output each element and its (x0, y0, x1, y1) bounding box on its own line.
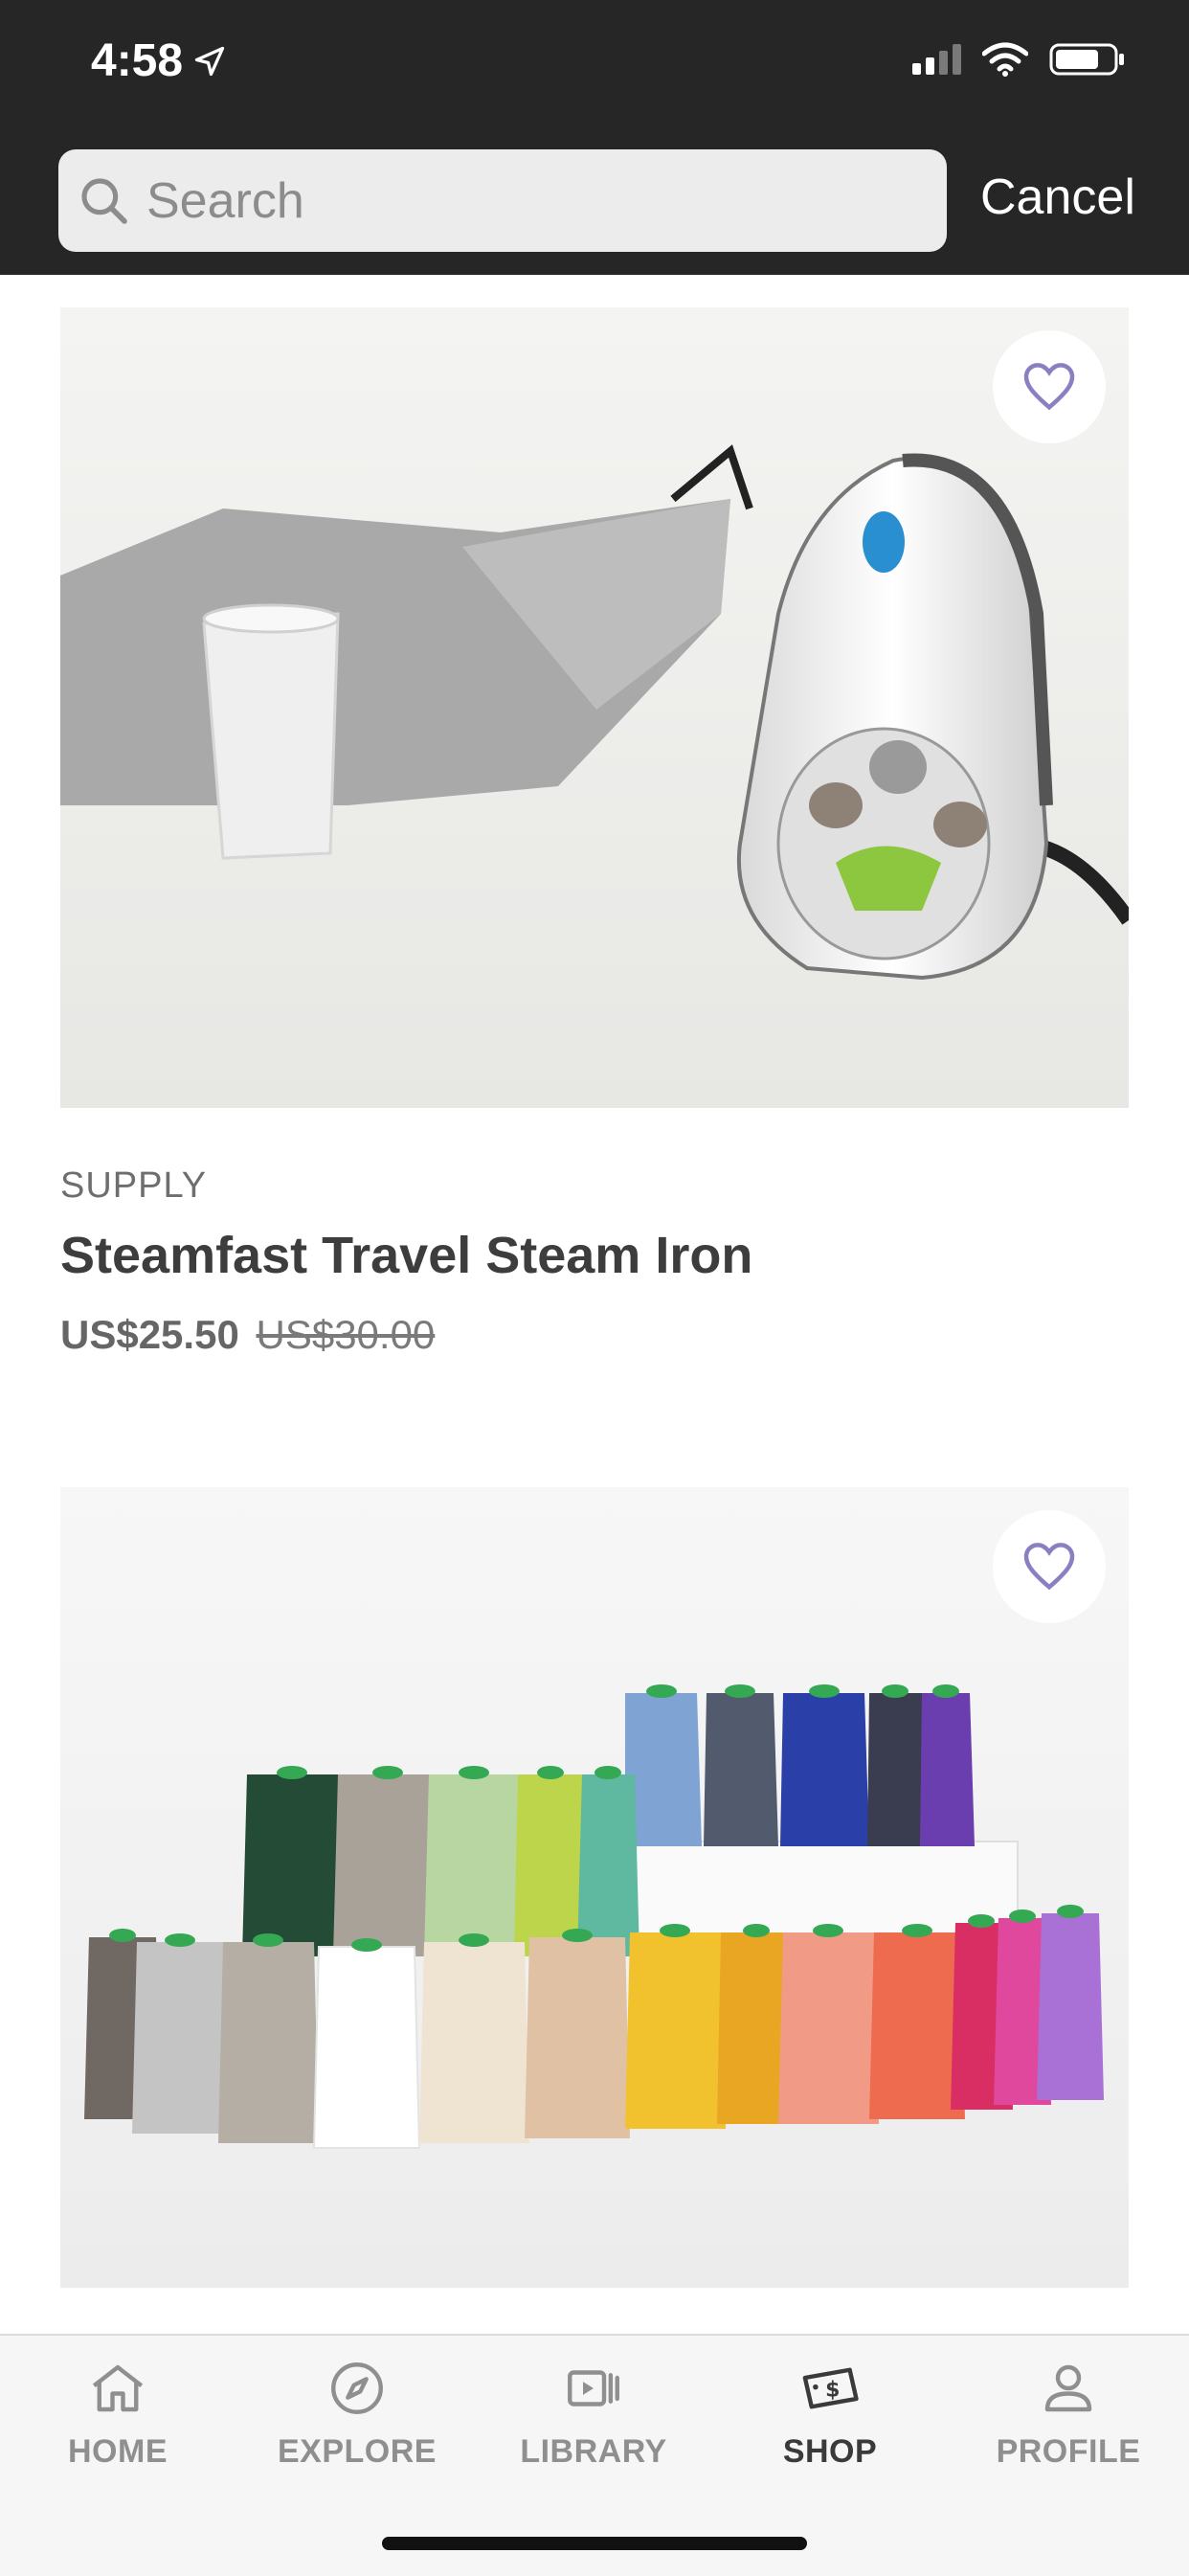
status-bar-time: 4:58 (91, 34, 227, 87)
product-price-row: US$25.50 US$30.00 (60, 1312, 435, 1358)
thread-cones-illustration (60, 1487, 1129, 2288)
tab-library[interactable]: LIBRARY (498, 2357, 689, 2471)
bottom-tab-bar: HOME EXPLORE LIBRARY $ SHOP PROFILE (0, 2334, 1189, 2576)
video-library-icon (568, 2370, 619, 2407)
home-indicator[interactable] (382, 2537, 807, 2550)
location-arrow-icon (194, 46, 225, 76)
sale-price: US$25.50 (60, 1312, 239, 1357)
battery-icon (1049, 43, 1124, 76)
cellular-signal-icon (912, 44, 961, 75)
tab-label: SHOP (782, 2433, 878, 2470)
home-icon (92, 2364, 144, 2412)
top-bar: 4:58 Cancel (0, 0, 1189, 275)
clock-text: 4:58 (91, 35, 184, 86)
tab-explore[interactable]: EXPLORE (261, 2357, 453, 2471)
search-bar[interactable] (58, 149, 947, 252)
steam-iron-illustration (60, 307, 1129, 1108)
favorite-button[interactable] (993, 1510, 1106, 1623)
favorite-button[interactable] (993, 330, 1106, 443)
product-image-thread-cones[interactable] (60, 1487, 1129, 2288)
status-icons (912, 42, 1126, 77)
compass-icon (331, 2362, 383, 2414)
heart-icon (1023, 363, 1075, 411)
heart-icon (1023, 1543, 1075, 1591)
svg-text:$: $ (825, 2378, 840, 2402)
tab-label: PROFILE (996, 2433, 1141, 2470)
tab-label: HOME (68, 2433, 168, 2470)
tab-label: LIBRARY (520, 2433, 667, 2470)
tab-home[interactable]: HOME (22, 2357, 213, 2471)
original-price: US$30.00 (256, 1312, 436, 1357)
wifi-icon (982, 42, 1028, 77)
cancel-button[interactable]: Cancel (980, 169, 1135, 226)
product-title[interactable]: Steamfast Travel Steam Iron (60, 1226, 752, 1285)
tab-profile[interactable]: PROFILE (973, 2357, 1164, 2471)
search-icon (81, 177, 127, 224)
user-icon (1044, 2364, 1092, 2412)
tab-label: EXPLORE (278, 2433, 437, 2470)
search-input[interactable] (145, 170, 933, 231)
product-image-steam-iron[interactable] (60, 307, 1129, 1108)
product-category: SUPPLY (60, 1165, 208, 1206)
product-list[interactable]: SUPPLY Steamfast Travel Steam Iron US$25… (0, 275, 1189, 2334)
tab-shop[interactable]: $ SHOP (734, 2357, 926, 2471)
price-tag-icon: $ (802, 2367, 859, 2409)
